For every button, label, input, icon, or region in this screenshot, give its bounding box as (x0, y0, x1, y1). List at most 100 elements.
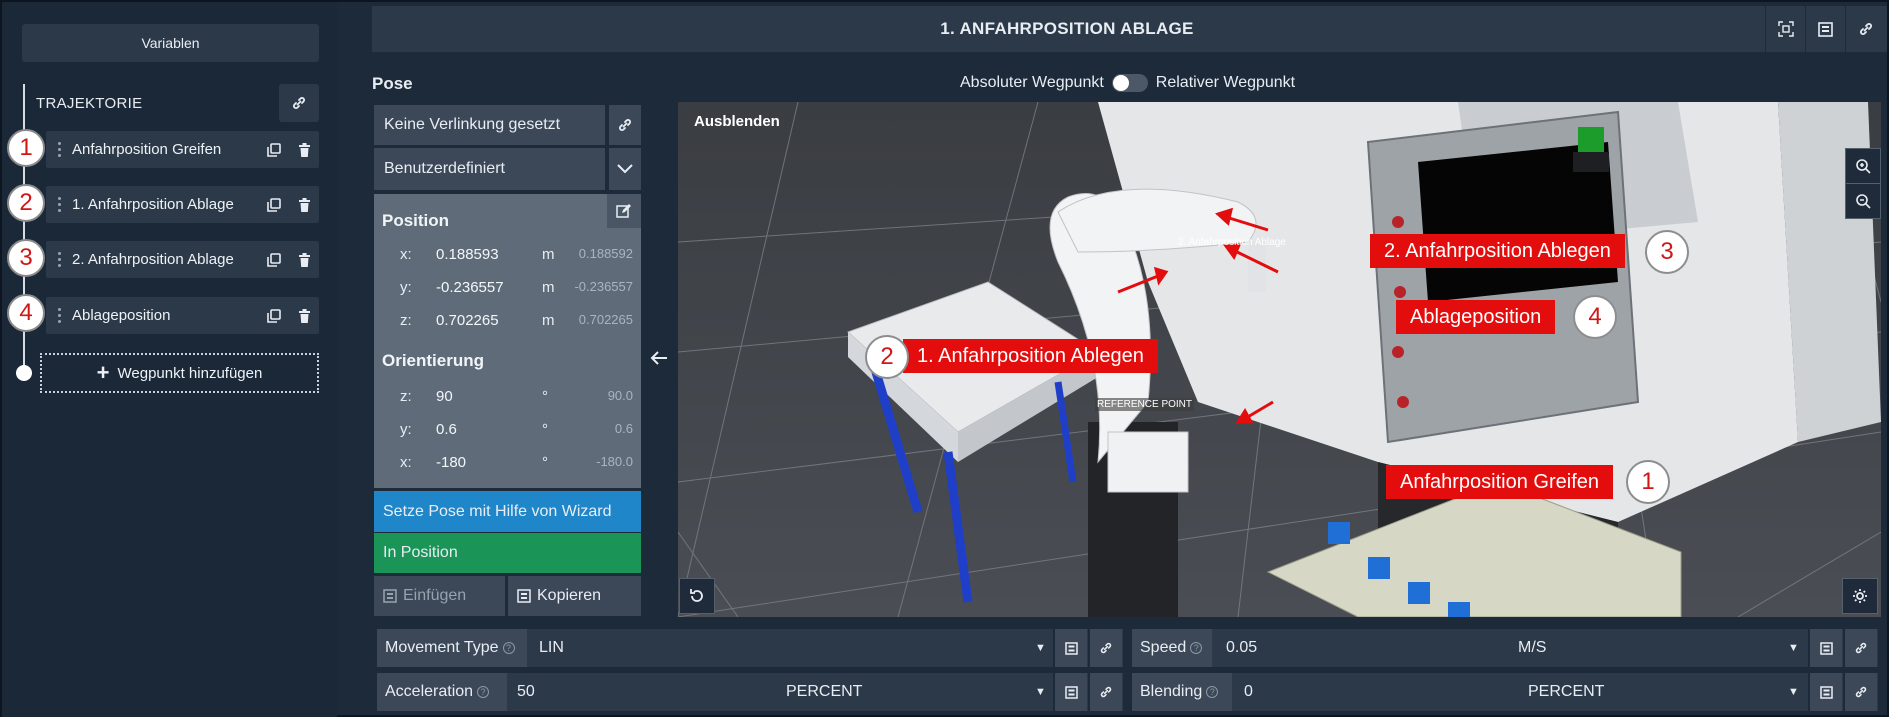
duplicate-icon[interactable] (259, 131, 289, 168)
3d-viewport[interactable]: 2. Anfahrposition Ablage REFERENCE POINT (678, 102, 1881, 617)
viewport-settings-button[interactable] (1842, 578, 1878, 614)
save-icon[interactable] (1053, 673, 1087, 711)
zoom-out-button[interactable] (1845, 183, 1881, 219)
speed-unit: M/S (1518, 639, 1547, 656)
blending-label: Blending? (1132, 673, 1232, 711)
insert-label: Einfügen (403, 587, 467, 604)
link-icon[interactable] (1088, 673, 1122, 711)
insert-button[interactable]: Einfügen (374, 576, 505, 616)
link-icon (619, 119, 631, 131)
waypoint-label: 2. Anfahrposition Ablage (72, 251, 234, 268)
in-position-button[interactable]: In Position (374, 533, 641, 573)
drag-handle-icon[interactable] (52, 186, 66, 223)
delete-icon[interactable] (289, 297, 319, 334)
unit-label: m (542, 279, 555, 296)
blending-value[interactable]: 0 (1244, 683, 1253, 701)
position-z-row[interactable]: z: 0.702265 m 0.702265 (374, 312, 641, 334)
axis-label: y: (400, 421, 412, 438)
link-status-text: Keine Verlinkung gesetzt (384, 116, 561, 133)
rotate-icon (690, 589, 703, 602)
waypoint-number-badge: 1 (7, 129, 45, 167)
collapse-panel-button[interactable] (647, 346, 671, 370)
save-icon[interactable] (1808, 673, 1842, 711)
frame-select-toggle[interactable] (607, 148, 641, 190)
help-icon[interactable]: ? (502, 642, 515, 654)
edit-pose-button[interactable] (607, 194, 641, 228)
delete-icon[interactable] (289, 131, 319, 168)
duplicate-icon[interactable] (259, 241, 289, 278)
drag-handle-icon[interactable] (52, 241, 66, 278)
pose-wizard-button[interactable]: Setze Pose mit Hilfe von Wizard (374, 491, 641, 532)
screenshot-button[interactable] (1765, 6, 1805, 52)
movement-type-label: Movement Type? (377, 629, 527, 667)
waypoint-item[interactable]: Anfahrposition Greifen (46, 131, 319, 168)
speed-select[interactable]: Speed? 0.05 M/S ▼ (1132, 629, 1808, 667)
reset-view-button[interactable] (679, 578, 715, 614)
axis-label: x: (400, 454, 412, 471)
unit-label: m (542, 312, 555, 329)
blending-actions (1808, 673, 1878, 711)
blending-select[interactable]: Blending? 0 PERCENT ▼ (1132, 673, 1808, 711)
link-pose-button[interactable] (607, 105, 641, 145)
callout-label: Anfahrposition Greifen (1386, 465, 1614, 499)
orientation-z-row[interactable]: z: 90 ° 90.0 (374, 388, 641, 410)
help-icon[interactable]: ? (1206, 686, 1219, 698)
acceleration-value[interactable]: 50 (517, 683, 535, 701)
help-icon[interactable]: ? (1190, 642, 1203, 654)
absolute-waypoint-label: Absoluter Wegpunkt (960, 74, 1104, 91)
sidebar: Variablen TRAJEKTORIE 1 Anfahrposition G… (2, 2, 337, 717)
position-z-value[interactable]: 0.702265 (436, 312, 499, 329)
orientation-z-value[interactable]: 90 (436, 388, 453, 405)
orientation-y-row[interactable]: y: 0.6 ° 0.6 (374, 421, 641, 443)
movement-type-select[interactable]: Movement Type? LIN ▼ (377, 629, 1053, 667)
position-y-row[interactable]: y: -0.236557 m -0.236557 (374, 279, 641, 301)
unit-label: ° (542, 454, 548, 471)
variables-button[interactable]: Variablen (22, 24, 319, 62)
gear-icon (1853, 589, 1867, 603)
orientation-x-row[interactable]: x: -180 ° -180.0 (374, 454, 641, 476)
hide-labels-button[interactable]: Ausblenden (694, 113, 780, 130)
acceleration-label: Acceleration? (377, 673, 507, 711)
link-icon[interactable] (1843, 673, 1877, 711)
add-waypoint-button[interactable]: + Wegpunkt hinzufügen (40, 353, 319, 393)
trajectory-link-button[interactable] (279, 84, 319, 122)
caret-down-icon: ▼ (1788, 642, 1799, 654)
acceleration-select[interactable]: Acceleration? 50 PERCENT ▼ (377, 673, 1053, 711)
zoom-in-icon (1856, 159, 1871, 174)
speed-label: Speed? (1132, 629, 1212, 667)
save-icon[interactable] (1808, 629, 1842, 667)
link-icon[interactable] (1843, 629, 1877, 667)
speed-value[interactable]: 0.05 (1226, 639, 1257, 657)
position-panel: Position x: 0.188593 m 0.188592 y: -0.23… (374, 194, 641, 488)
waypoint-item[interactable]: 1. Anfahrposition Ablage (46, 186, 319, 223)
frame-select[interactable]: Benutzerdefiniert (374, 148, 605, 190)
waypoint-label: 1. Anfahrposition Ablage (72, 196, 234, 213)
relative-waypoint-label: Relativer Wegpunkt (1155, 74, 1296, 91)
duplicate-icon[interactable] (259, 186, 289, 223)
link-button[interactable] (1845, 6, 1885, 52)
waypoint-item[interactable]: 2. Anfahrposition Ablage (46, 241, 319, 278)
waypoint-mode-toggle[interactable] (1111, 74, 1148, 92)
copy-button[interactable]: Kopieren (508, 576, 641, 616)
help-icon[interactable]: ? (477, 686, 490, 698)
link-icon (293, 97, 305, 109)
orientation-x-actual: -180.0 (596, 454, 633, 469)
plus-icon: + (96, 360, 110, 385)
zoom-in-button[interactable] (1845, 148, 1881, 184)
callout-label: 2. Anfahrposition Ablegen (1370, 234, 1625, 268)
position-x-value[interactable]: 0.188593 (436, 246, 499, 263)
duplicate-icon[interactable] (259, 297, 289, 334)
delete-icon[interactable] (289, 186, 319, 223)
drag-handle-icon[interactable] (52, 131, 66, 168)
waypoint-item[interactable]: Ablageposition (46, 297, 319, 334)
position-x-row[interactable]: x: 0.188593 m 0.188592 (374, 246, 641, 268)
link-icon (1859, 23, 1872, 35)
drag-handle-icon[interactable] (52, 297, 66, 334)
orientation-x-value[interactable]: -180 (436, 454, 466, 471)
link-icon[interactable] (1088, 629, 1122, 667)
orientation-y-value[interactable]: 0.6 (436, 421, 457, 438)
position-y-value[interactable]: -0.236557 (436, 279, 504, 296)
save-icon[interactable] (1053, 629, 1087, 667)
delete-icon[interactable] (289, 241, 319, 278)
save-button[interactable] (1805, 6, 1845, 52)
